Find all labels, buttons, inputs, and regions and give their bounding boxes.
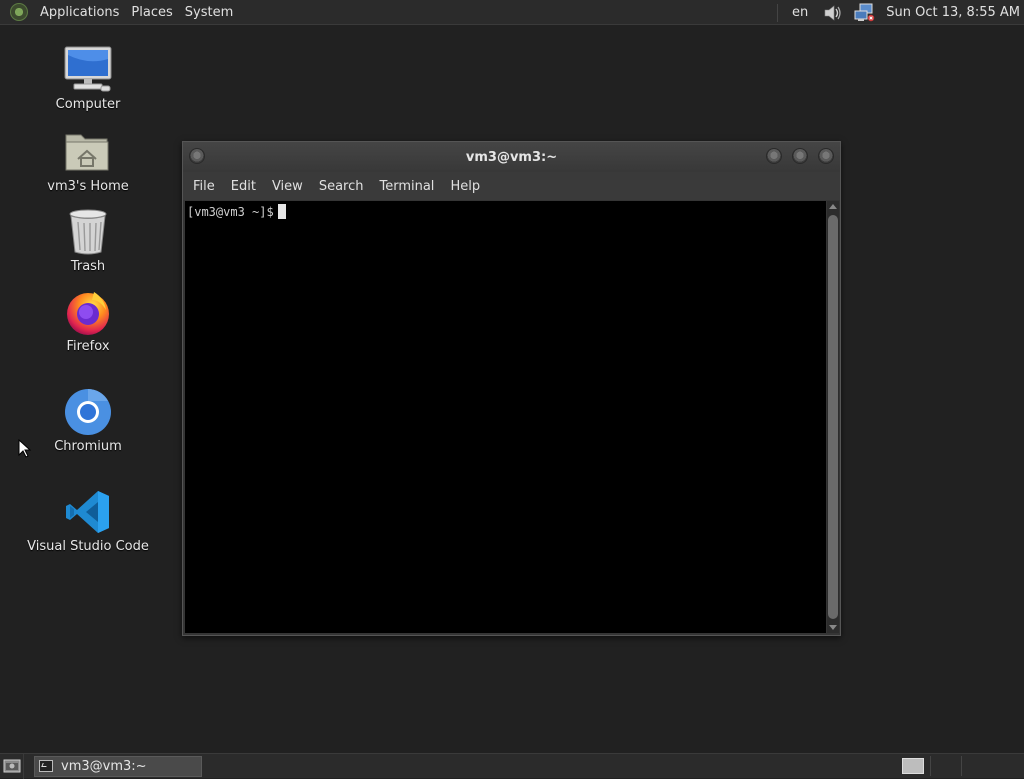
vertical-scrollbar[interactable] [827,201,839,633]
bottom-panel: vm3@vm3:~ [0,753,1024,779]
terminal-menubar: File Edit View Search Terminal Help [183,172,840,200]
computer-icon [63,45,113,95]
desktop-icon-chromium[interactable]: Chromium [28,387,148,454]
desktop-icon-label: Visual Studio Code [27,539,149,554]
tray-separator [777,3,779,22]
maximize-button[interactable] [792,148,808,164]
clock[interactable]: Sun Oct 13, 8:55 AM [886,5,1020,20]
scroll-down-arrow-icon[interactable] [829,625,837,630]
close-button[interactable] [818,148,834,164]
menu-applications[interactable]: Applications [34,5,125,20]
trash-icon [63,207,113,257]
minimize-button[interactable] [766,148,782,164]
mouse-pointer-icon [18,439,32,458]
menu-logo-icon[interactable] [10,3,28,21]
menu-system[interactable]: System [179,5,239,20]
panel-separator [930,756,931,776]
menu-search[interactable]: Search [311,179,372,194]
window-title: vm3@vm3:~ [465,149,558,165]
desktop-icon-label: Trash [70,259,106,274]
menu-places[interactable]: Places [125,5,178,20]
taskbar-terminal-button[interactable]: vm3@vm3:~ [34,755,202,777]
show-desktop-icon [3,759,20,773]
menu-terminal[interactable]: Terminal [371,179,442,194]
desktop-icon-label: Computer [55,97,121,112]
window-menu-button[interactable] [189,148,205,164]
scrollbar-thumb[interactable] [828,215,838,619]
desktop-icon-computer[interactable]: Computer [28,45,148,112]
scroll-up-arrow-icon[interactable] [829,204,837,209]
keyboard-layout-indicator[interactable]: en [788,5,812,20]
taskbar-button-label: vm3@vm3:~ [61,758,147,774]
desktop-icon-home[interactable]: vm3's Home [28,127,148,194]
chromium-icon [63,387,113,437]
firefox-icon [63,287,113,337]
desktop-icon-vscode[interactable]: Visual Studio Code [27,487,149,554]
text-cursor [277,204,286,219]
vscode-icon [63,487,113,537]
system-tray: en Sun Oct 13, 8:55 AM [777,0,1020,25]
panel-separator [961,756,962,776]
terminal-icon [39,760,53,772]
menu-edit[interactable]: Edit [223,179,264,194]
menu-view[interactable]: View [264,179,311,194]
desktop-icon-label: vm3's Home [47,179,129,194]
menu-file[interactable]: File [185,179,223,194]
menu-help[interactable]: Help [442,179,488,194]
desktop-icon-label: Firefox [66,339,110,354]
title-bar[interactable]: vm3@vm3:~ [183,142,840,172]
terminal-output[interactable]: [vm3@vm3 ~]$ [185,201,826,633]
desktop-icon-firefox[interactable]: Firefox [28,287,148,354]
desktop-icon-label: Chromium [54,439,122,454]
terminal-window[interactable]: vm3@vm3:~ File Edit View Search Terminal… [182,141,841,636]
volume-icon[interactable] [822,3,844,23]
workspace-switcher[interactable] [902,758,924,774]
home-folder-icon [63,127,113,177]
shell-prompt: [vm3@vm3 ~]$ [187,205,274,219]
top-panel: Applications Places System en Sun Oct 13… [0,0,1024,25]
show-desktop-button[interactable] [0,753,24,779]
network-icon[interactable] [854,3,876,23]
desktop-icon-trash[interactable]: Trash [28,207,148,274]
